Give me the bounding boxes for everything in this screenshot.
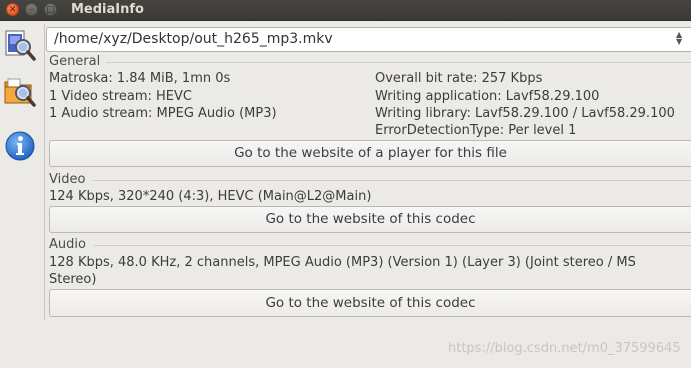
audio-group-label: Audio (49, 237, 86, 252)
maximize-window-button[interactable]: □ (44, 3, 57, 16)
chevron-up-down-icon: ▲ ▼ (676, 30, 683, 46)
video-codec-website-button[interactable]: Go to the website of this codec (49, 206, 691, 233)
audio-info-line-2: Stereo) (49, 272, 97, 287)
general-divider (106, 62, 691, 63)
open-folder-icon (4, 78, 36, 107)
file-select[interactable]: /home/xyz/Desktop/out_h265_mp3.mkv ▲ ▼ (46, 27, 691, 52)
minimize-window-button[interactable]: – (25, 3, 38, 16)
audio-info-line-1: 128 Kbps, 48.0 KHz, 2 channels, MPEG Aud… (49, 255, 636, 270)
audio-divider (94, 245, 691, 246)
general-group-label: General (49, 54, 101, 69)
file-select-value: /home/xyz/Desktop/out_h265_mp3.mkv (54, 31, 333, 47)
general-video-count: 1 Video stream: HEVC (49, 89, 192, 104)
general-error-detection: ErrorDetectionType: Per level 1 (375, 123, 577, 138)
open-file-icon (5, 30, 36, 61)
watermark: https://blog.csdn.net/m0_37599645 (448, 341, 681, 356)
video-divider (92, 180, 691, 181)
window-title: MediaInfo (71, 2, 144, 17)
audio-codec-website-button[interactable]: Go to the website of this codec (49, 289, 691, 317)
toolbar-separator (44, 24, 45, 320)
toolbar (0, 21, 42, 368)
general-writing-library: Writing library: Lavf58.29.100 / Lavf58.… (375, 106, 675, 121)
video-group-label: Video (49, 172, 86, 187)
general-audio-count: 1 Audio stream: MPEG Audio (MP3) (49, 106, 277, 121)
general-container: Matroska: 1.84 MiB, 1mn 0s (49, 71, 231, 86)
video-info: 124 Kbps, 320*240 (4:3), HEVC (Main@L2@M… (49, 189, 372, 204)
close-window-button[interactable]: ✕ (6, 3, 19, 16)
open-folder-button[interactable] (3, 73, 37, 109)
general-bitrate: Overall bit rate: 257 Kbps (375, 71, 543, 86)
about-icon (5, 131, 35, 161)
player-website-button[interactable]: Go to the website of a player for this f… (49, 140, 691, 167)
open-file-button[interactable] (3, 27, 37, 63)
title-bar: ✕ – □ MediaInfo (0, 0, 691, 21)
about-button[interactable] (3, 128, 37, 164)
general-writing-app: Writing application: Lavf58.29.100 (375, 89, 600, 104)
